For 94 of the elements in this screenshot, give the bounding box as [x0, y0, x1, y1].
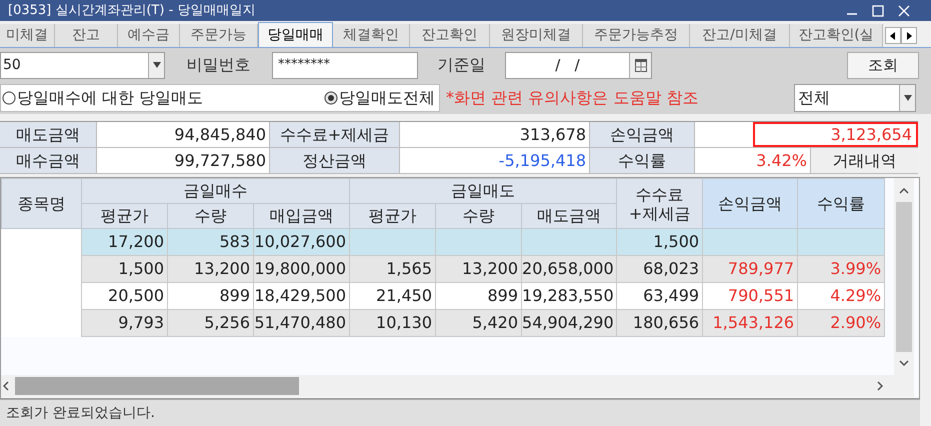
table-cell: 10,027,600	[254, 232, 346, 251]
table-cell: 4.29%	[830, 286, 882, 305]
table-cell: 10,130	[376, 313, 432, 332]
table-cell: 3.99%	[830, 259, 882, 278]
tab[interactable]: 주문가능	[180, 24, 258, 47]
account-field[interactable]: 50	[0, 52, 165, 78]
column-header: 매도금액	[522, 204, 617, 228]
tab[interactable]: 잔고	[55, 24, 118, 47]
filter-dropdown[interactable]: 전체	[794, 84, 916, 112]
table-row[interactable]: 9,793 5,256 51,470,480 10,130 5,420 54,904,290 180,656 1,543,126 2.90%	[2, 310, 885, 336]
table-cell: 1,565	[386, 259, 432, 278]
history-button[interactable]: 거래내역	[810, 148, 918, 173]
scroll-right-icon[interactable]	[901, 27, 917, 44]
vertical-scrollbar[interactable]	[894, 178, 914, 375]
tab[interactable]: 원장미체결	[490, 24, 583, 47]
table-cell: 18,429,500	[254, 286, 346, 305]
close-button[interactable]	[897, 4, 911, 18]
table-cell: 2.90%	[830, 313, 882, 332]
summary-value: 3.42%	[755, 150, 808, 172]
scroll-right-icon[interactable]	[877, 381, 883, 391]
column-header: 종목명	[2, 178, 82, 228]
table-cell: 63,499	[643, 286, 700, 305]
column-group-header: 금일매수	[82, 178, 350, 204]
date-label: 기준일	[436, 54, 486, 76]
column-header: 수익률	[798, 178, 885, 228]
column-header: 평균가	[350, 204, 436, 228]
tab[interactable]: 미체결	[0, 24, 55, 47]
column-group-header: 금일매도	[350, 178, 617, 204]
radio-label[interactable]: 당일매수에 대한 당일매도	[17, 86, 204, 110]
table-cell: 68,023	[643, 259, 700, 278]
table-row[interactable]: 17,200 583 10,027,600 1,500	[2, 228, 885, 256]
table-cell: 899	[487, 286, 518, 305]
tab[interactable]: 주문가능추정	[583, 24, 690, 47]
horizontal-scrollbar[interactable]	[1, 375, 914, 397]
window-title: [0353] 실시간계좌관리(T) - 당일매매일지	[8, 4, 256, 17]
table-cell: 180,656	[632, 313, 700, 332]
summary-label: 수익률	[590, 148, 695, 173]
password-label: 비밀번호	[186, 54, 252, 76]
tab[interactable]: 잔고확인	[410, 24, 490, 47]
table-row[interactable]: 1,500 13,200 19,800,000 1,565 13,200 20,658,000 68,023 789,977 3.99%	[2, 256, 885, 282]
tab[interactable]: 예수금	[118, 24, 180, 47]
table-cell: 54,904,290	[522, 313, 614, 332]
calendar-icon[interactable]	[629, 52, 651, 78]
table-cell: 5,256	[204, 313, 250, 332]
table-cell: 20,500	[108, 286, 164, 305]
table-cell: 899	[219, 286, 250, 305]
summary-label: 매도금액	[0, 122, 97, 147]
dropdown-icon[interactable]	[899, 85, 915, 111]
column-header: 수수료 +제세금	[616, 178, 703, 228]
table-cell: 13,200	[194, 259, 250, 278]
maximize-button[interactable]	[871, 4, 885, 18]
summary-label: 수수료+제세금	[270, 122, 400, 147]
summary-label: 매수금액	[0, 148, 97, 173]
tab[interactable]: 체결확인	[333, 24, 410, 47]
table-cell: 17,200	[108, 232, 164, 251]
notice-text: *화면 관련 유의사항은 도움말 참조	[446, 87, 698, 109]
table-cell: 51,470,480	[254, 313, 346, 332]
table-cell: 790,551	[728, 286, 794, 305]
dropdown-icon[interactable]	[148, 52, 164, 78]
tab[interactable]: 잔고확인(실	[790, 24, 883, 47]
table-cell: 19,283,550	[522, 286, 614, 305]
scroll-down-icon[interactable]	[899, 360, 909, 366]
table-row[interactable]: 20,500 899 18,429,500 21,450 899 19,283,550 63,499 790,551 4.29%	[2, 282, 885, 310]
radio-unchecked-icon[interactable]	[2, 91, 16, 105]
status-text: 조회가 완료되었습니다.	[6, 404, 155, 422]
table-cell: 1,500	[653, 232, 700, 251]
column-header: 수량	[168, 204, 254, 228]
summary-label: 정산금액	[270, 148, 400, 173]
column-header: 수량	[436, 204, 522, 228]
date-field[interactable]: / /	[505, 52, 652, 78]
table-cell: 1,500	[118, 259, 164, 278]
password-field[interactable]: ********	[272, 52, 418, 78]
table-cell: 20,658,000	[522, 259, 614, 278]
table-cell: 1,543,126	[712, 313, 794, 332]
scroll-left-icon[interactable]	[3, 381, 9, 391]
radio-label[interactable]: 당일매도전체	[339, 86, 435, 110]
table-cell: 19,800,000	[254, 259, 346, 278]
table-cell: 9,793	[118, 313, 164, 332]
radio-checked-icon[interactable]	[324, 91, 338, 105]
scroll-left-icon[interactable]	[885, 27, 901, 44]
column-header: 매입금액	[254, 204, 350, 228]
table-cell: 583	[219, 232, 250, 251]
search-button[interactable]: 조회	[847, 52, 919, 78]
table-cell: 5,420	[472, 313, 518, 332]
scroll-up-icon[interactable]	[899, 188, 909, 194]
profit-value: 3,123,654	[753, 122, 918, 147]
table-cell: 21,450	[376, 286, 432, 305]
tab[interactable]: 잔고/미체결	[690, 24, 790, 47]
tab[interactable]: 당일매매	[258, 22, 333, 47]
table-cell: 789,977	[728, 259, 794, 278]
column-header: 손익금액	[702, 178, 798, 228]
table-cell: 13,200	[462, 259, 518, 278]
column-header: 평균가	[82, 204, 168, 228]
summary-label: 손익금액	[590, 122, 695, 147]
